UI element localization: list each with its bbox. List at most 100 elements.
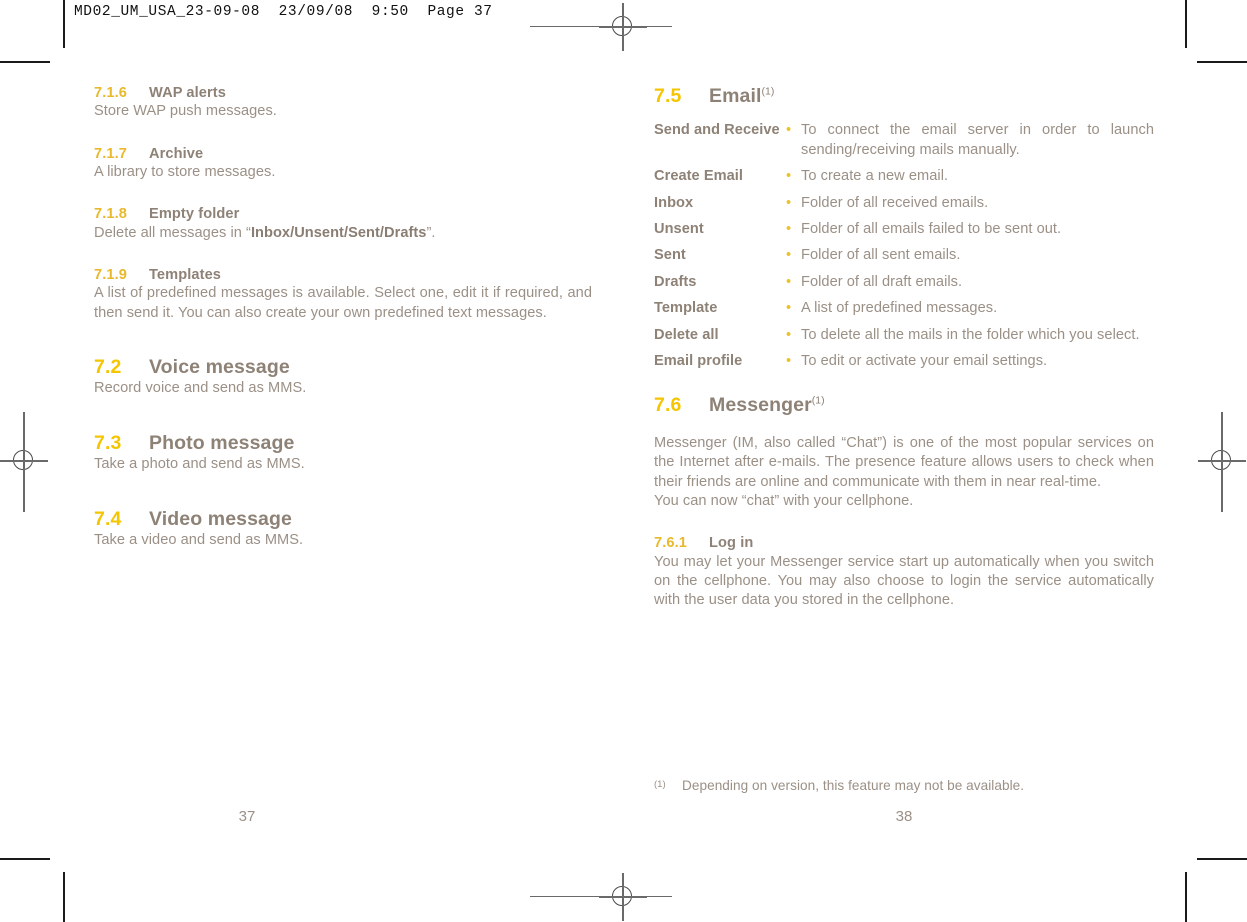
page-left-content: 7.1.6 WAP alerts Store WAP push messages.…: [94, 84, 592, 550]
paragraph-messenger-intro: Messenger (IM, also called “Chat”) is on…: [654, 434, 1154, 490]
heading-title: Video message: [149, 507, 292, 530]
list-item: Email profile • To edit or activate your…: [654, 352, 1154, 371]
email-feature-term: Sent: [654, 247, 686, 264]
footnote-reference-email: (1): [761, 85, 775, 98]
email-feature-term: Create Email: [654, 168, 744, 185]
email-feature-term: Email profile: [654, 353, 743, 370]
footnote-marker: (1): [654, 779, 666, 790]
paragraph-empty-folder: Delete all messages in “Inbox/Unsent/Sen…: [94, 224, 592, 243]
email-feature-description: To delete all the mails in the folder wh…: [801, 326, 1140, 343]
paragraph-log-in: You may let your Messenger service start…: [654, 553, 1154, 609]
paragraph-prefix: Delete all messages in “: [94, 224, 251, 241]
crop-mark-top-right-vertical: [1185, 0, 1187, 48]
page-number-right: 38: [895, 808, 913, 825]
email-feature-description: A list of predefined messages.: [801, 300, 998, 317]
paragraph-messenger-chat: You can now “chat” with your cellphone.: [654, 493, 914, 510]
email-feature-description: To create a new email.: [801, 168, 949, 185]
paragraph-video-message: Take a video and send as MMS.: [94, 531, 304, 548]
heading-7-6-1-log-in: 7.6.1 Log in: [654, 534, 1154, 552]
email-feature-term: Drafts: [654, 273, 697, 290]
folder-names-emphasis: Inbox/Unsent/Sent/Drafts: [250, 224, 427, 241]
paragraph-archive: A library to store messages.: [94, 163, 276, 180]
bullet-icon: •: [786, 221, 792, 237]
email-features-list: Send and Receive • To connect the email …: [654, 121, 1154, 371]
heading-number: 7.5: [654, 85, 682, 107]
bullet-icon: •: [786, 273, 792, 290]
heading-title: Voice message: [149, 355, 290, 378]
bullet-icon: •: [786, 326, 792, 343]
heading-number: 7.1.8: [94, 206, 127, 223]
list-item: Unsent • Folder of all emails failed to …: [654, 220, 1154, 239]
email-feature-description: To connect the email server in order to …: [801, 122, 1154, 158]
email-feature-description: Folder of all emails failed to be sent o…: [801, 221, 1062, 237]
page-right-content: 7.5 Email(1) Send and Receive • To connec…: [654, 84, 1154, 611]
paragraph-photo-message: Take a photo and send as MMS.: [94, 456, 305, 473]
list-item: Inbox • Folder of all received emails.: [654, 194, 1154, 213]
bullet-icon: •: [786, 353, 792, 370]
bullet-icon: •: [786, 300, 792, 317]
email-feature-description: Folder of all draft emails.: [801, 273, 963, 290]
email-feature-description: Folder of all sent emails.: [801, 247, 961, 264]
list-item: Sent • Folder of all sent emails.: [654, 246, 1154, 265]
footnote: (1) Depending on version, this feature m…: [654, 778, 1154, 793]
heading-7-1-8: 7.1.8 Empty folder: [94, 205, 592, 223]
registration-mark-right-middle: [1198, 437, 1246, 485]
heading-number: 7.1.6: [94, 85, 127, 101]
heading-title: Log in: [709, 535, 754, 552]
bullet-icon: •: [786, 194, 792, 211]
email-feature-term: Unsent: [654, 221, 704, 237]
registration-mark-top-center: [599, 3, 647, 51]
email-feature-description: Folder of all received emails.: [801, 194, 989, 211]
email-feature-term: Delete all: [654, 326, 719, 343]
heading-number: 7.4: [94, 507, 122, 530]
list-item: Drafts • Folder of all draft emails.: [654, 273, 1154, 292]
heading-7-4: 7.4 Video message: [94, 507, 592, 531]
list-item: Delete all • To delete all the mails in …: [654, 326, 1154, 345]
list-item: Send and Receive • To connect the email …: [654, 121, 1154, 160]
bullet-icon: •: [786, 122, 792, 139]
email-feature-description: To edit or activate your email settings.: [801, 353, 1048, 370]
heading-number: 7.2: [94, 355, 122, 378]
heading-7-6-messenger: 7.6 Messenger(1): [654, 393, 1154, 417]
heading-number: 7.3: [94, 431, 122, 454]
footnote-reference-messenger: (1): [811, 394, 825, 407]
footnote-text: Depending on version, this feature may n…: [682, 778, 1025, 793]
crop-mark-bottom-right-vertical: [1185, 872, 1187, 922]
registration-mark-bottom-center: [599, 873, 647, 921]
heading-title: Archive: [149, 145, 204, 162]
paragraph-wap-alerts: Store WAP push messages.: [94, 103, 277, 120]
heading-7-3: 7.3 Photo message: [94, 431, 592, 455]
heading-title: Empty folder: [149, 206, 240, 223]
crop-mark-top-right-horizontal: [1197, 61, 1247, 63]
heading-7-1-7: 7.1.7 Archive: [94, 145, 592, 163]
paragraph-suffix: ”.: [426, 224, 436, 241]
bullet-icon: •: [786, 247, 792, 264]
crop-mark-bottom-left-vertical: [63, 872, 65, 922]
heading-title: Templates: [149, 266, 222, 283]
paragraph-voice-message: Record voice and send as MMS.: [94, 380, 307, 397]
heading-title: Messenger: [709, 394, 812, 417]
email-feature-term: Inbox: [654, 194, 694, 211]
heading-7-2: 7.2 Voice message: [94, 355, 592, 379]
heading-7-1-6: 7.1.6 WAP alerts: [94, 84, 592, 102]
heading-number: 7.6.1: [654, 535, 687, 552]
heading-7-5-email: 7.5 Email(1): [654, 84, 1154, 108]
heading-number: 7.1.7: [94, 145, 127, 162]
heading-7-1-9: 7.1.9 Templates: [94, 266, 592, 284]
heading-number: 7.1.9: [94, 266, 127, 283]
print-slug-header: MD02_UM_USA_23-09-08 23/09/08 9:50 Page …: [74, 4, 493, 20]
crop-mark-bottom-left-horizontal: [0, 858, 50, 860]
heading-title: Photo message: [149, 431, 295, 454]
crop-mark-top-left-vertical: [63, 0, 65, 48]
paragraph-templates: A list of predefined messages is availab…: [94, 285, 592, 321]
bullet-icon: •: [786, 168, 792, 185]
list-item: Template • A list of predefined messages…: [654, 299, 1154, 318]
crop-mark-top-left-horizontal: [0, 61, 50, 63]
heading-title: WAP alerts: [149, 85, 226, 101]
heading-number: 7.6: [654, 394, 682, 417]
email-feature-term: Template: [654, 300, 718, 317]
crop-mark-bottom-right-horizontal: [1197, 858, 1247, 860]
page-number-left: 37: [238, 808, 256, 825]
heading-title: Email: [709, 85, 762, 107]
registration-mark-left-middle: [0, 437, 48, 485]
